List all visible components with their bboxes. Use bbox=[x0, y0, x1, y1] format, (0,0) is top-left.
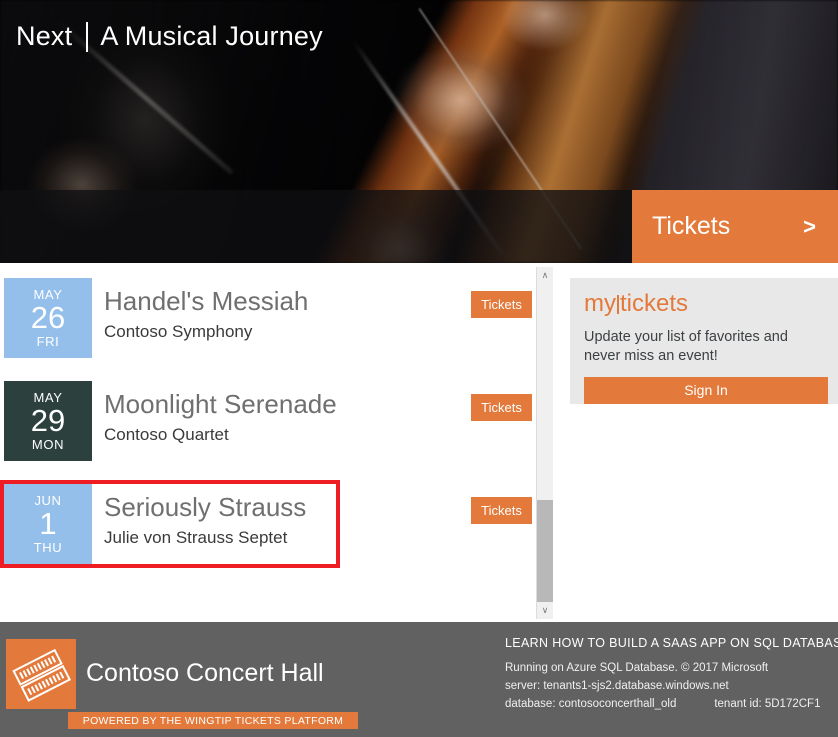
footer-database-value: database: contosoconcerthall_old bbox=[505, 697, 677, 710]
event-text-group: Moonlight Serenade Contoso Quartet bbox=[104, 389, 337, 445]
event-name: Handel's Messiah bbox=[104, 286, 309, 316]
hero-tickets-label: Tickets bbox=[652, 212, 731, 240]
date-day-of-week: THU bbox=[33, 539, 63, 555]
footer-tenant-id-value: tenant id: 5D172CF1 bbox=[714, 697, 821, 710]
my-tickets-description: Update your list of favorites and never … bbox=[584, 329, 788, 365]
event-tickets-button[interactable]: Tickets bbox=[471, 291, 532, 318]
page-root: Next A Musical Journey Tickets > TUE bbox=[0, 0, 838, 737]
events-list: TUE MAY 26 FRI Handel's Messiah Contoso … bbox=[0, 263, 532, 587]
hero-title-group: Next A Musical Journey bbox=[16, 0, 323, 73]
footer-running-on-line: Running on Azure SQL Database. © 2017 Mi… bbox=[505, 662, 769, 674]
event-card[interactable]: JUN 1 THU Seriously Strauss Julie von St… bbox=[0, 480, 340, 568]
footer-database-tenant-line: database: contosoconcerthall_old tenant i… bbox=[505, 696, 825, 714]
event-row[interactable]: MAY 29 MON Moonlight Serenade Contoso Qu… bbox=[0, 381, 532, 461]
hero-title-divider bbox=[86, 21, 89, 52]
event-row[interactable]: MAY 26 FRI Handel's Messiah Contoso Symp… bbox=[0, 278, 532, 358]
powered-by-bar: POWERED BY THE WINGTIP TICKETS PLATFORM bbox=[68, 712, 358, 729]
event-subtitle: Julie von Strauss Septet bbox=[104, 527, 288, 547]
my-tickets-panel: my tickets Update your list of favorites … bbox=[570, 278, 838, 404]
footer-server-line: server: tenants1-sjs2.database.windows.n… bbox=[505, 679, 729, 692]
date-day-of-week: MON bbox=[31, 436, 65, 452]
my-tickets-logo-divider bbox=[617, 295, 619, 314]
event-tickets-button[interactable]: Tickets bbox=[471, 394, 532, 421]
footer-brand-name: Contoso Concert Hall bbox=[86, 659, 324, 687]
footer-learn-more-heading[interactable]: LEARN HOW TO BUILD A SAAS APP ON SQL DAT… bbox=[505, 636, 838, 650]
event-text-group: Handel's Messiah Contoso Symphony bbox=[104, 286, 308, 342]
my-tickets-logo: my tickets bbox=[584, 292, 826, 316]
main-content: TUE MAY 26 FRI Handel's Messiah Contoso … bbox=[0, 263, 838, 622]
chevron-right-icon: > bbox=[803, 213, 816, 239]
footer-info-block: LEARN HOW TO BUILD A SAAS APP ON SQL DAT… bbox=[505, 636, 838, 714]
event-name: Seriously Strauss bbox=[104, 492, 307, 522]
event-card[interactable]: MAY 26 FRI Handel's Messiah Contoso Symp… bbox=[4, 278, 336, 358]
event-row-highlighted[interactable]: JUN 1 THU Seriously Strauss Julie von St… bbox=[0, 480, 532, 568]
event-text-group: Seriously Strauss Julie von Strauss Sept… bbox=[104, 492, 306, 548]
my-tickets-logo-first: my bbox=[584, 290, 616, 317]
hero-next-label: Next bbox=[16, 21, 73, 51]
hero-event-title: A Musical Journey bbox=[100, 21, 323, 51]
date-tile: JUN 1 THU bbox=[4, 484, 92, 564]
scrollbar-track[interactable] bbox=[537, 284, 553, 610]
sign-in-button[interactable]: Sign In bbox=[584, 376, 828, 404]
events-scrollbar[interactable]: ∧ ∨ bbox=[536, 267, 553, 619]
date-day: 1 bbox=[39, 506, 57, 542]
date-day: 29 bbox=[30, 403, 66, 439]
date-day: 26 bbox=[30, 300, 66, 336]
event-subtitle: Contoso Symphony bbox=[104, 321, 253, 341]
my-tickets-logo-second: tickets bbox=[620, 290, 689, 317]
event-tickets-button[interactable]: Tickets bbox=[471, 497, 532, 524]
date-tile: MAY 29 MON bbox=[4, 381, 92, 461]
date-day-of-week: FRI bbox=[36, 333, 60, 349]
scroll-down-arrow-icon[interactable]: ∨ bbox=[537, 602, 553, 619]
hero-banner: Next A Musical Journey Tickets > bbox=[0, 0, 838, 263]
event-name: Moonlight Serenade bbox=[104, 389, 337, 419]
hero-tickets-button[interactable]: Tickets > bbox=[632, 190, 838, 263]
tickets-logo-icon bbox=[6, 639, 76, 709]
scrollbar-thumb[interactable] bbox=[537, 500, 553, 610]
scroll-up-arrow-icon[interactable]: ∧ bbox=[537, 267, 553, 284]
event-card[interactable]: MAY 29 MON Moonlight Serenade Contoso Qu… bbox=[4, 381, 337, 461]
date-tile: MAY 26 FRI bbox=[4, 278, 92, 358]
events-pane: TUE MAY 26 FRI Handel's Messiah Contoso … bbox=[0, 263, 532, 622]
event-subtitle: Contoso Quartet bbox=[104, 424, 229, 444]
